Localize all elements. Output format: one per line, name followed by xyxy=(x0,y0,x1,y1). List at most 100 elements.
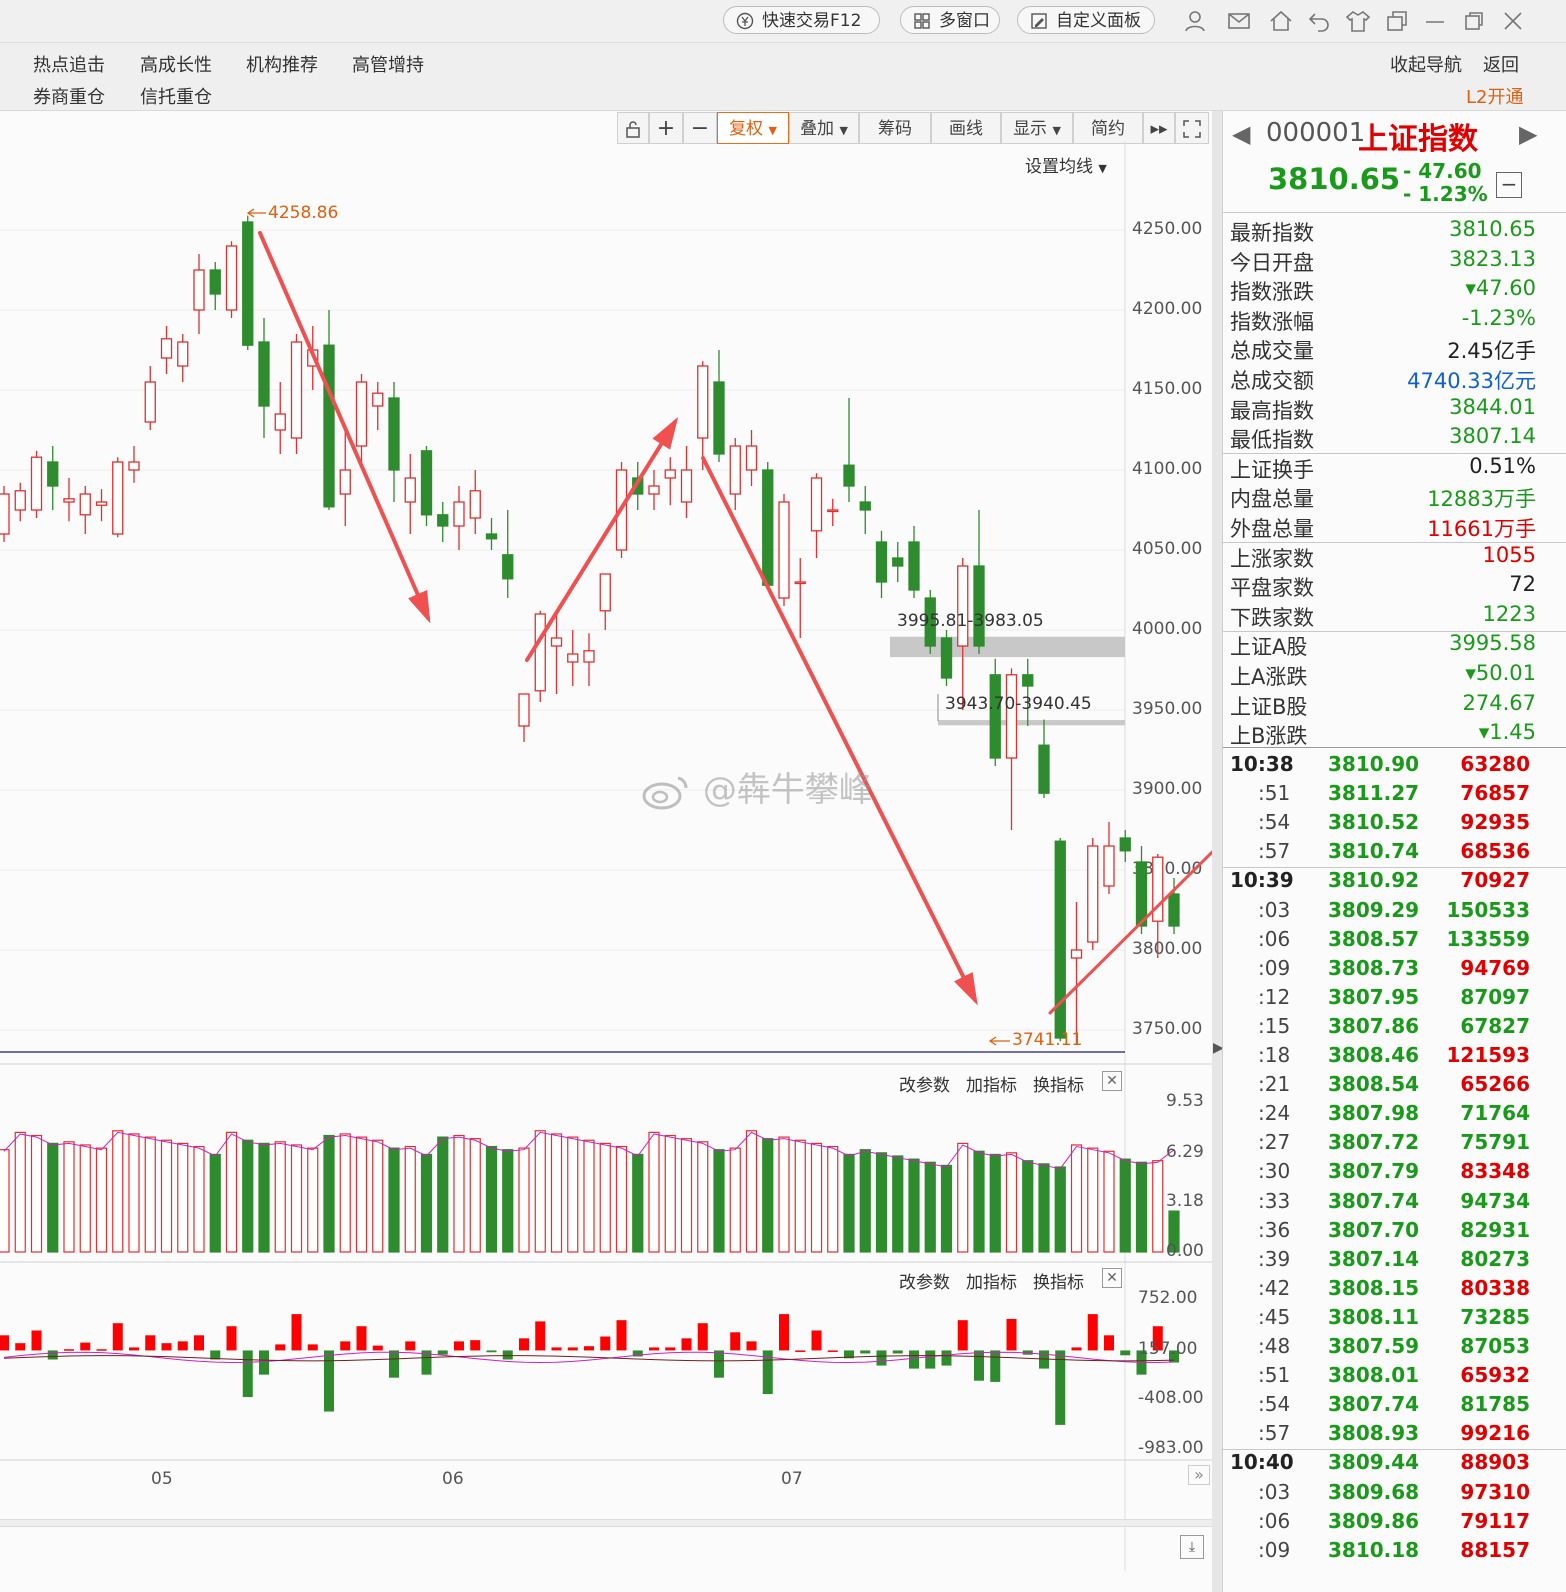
candle-body xyxy=(14,490,26,511)
tick-time: :54 xyxy=(1258,1392,1291,1417)
tick-row: 10:40 3809.44 88903 xyxy=(1230,1450,1530,1479)
macd-bar xyxy=(372,1345,383,1351)
back-button[interactable]: 返回 xyxy=(1483,51,1519,77)
candle-body xyxy=(469,490,481,519)
stat-label: 指数涨幅 xyxy=(1230,309,1314,334)
stat-label: 下跌家数 xyxy=(1230,605,1314,630)
volume-bar xyxy=(193,1145,205,1253)
stat-label: 上证换手 xyxy=(1230,457,1314,482)
close-vol-panel-icon[interactable]: ✕ xyxy=(1102,1071,1122,1091)
stat-row: 外盘总量 11661万手 xyxy=(1230,513,1536,542)
next-stock-icon[interactable]: ▶ xyxy=(1519,120,1537,148)
volume-bar xyxy=(339,1133,351,1253)
macd-bar xyxy=(827,1350,838,1352)
macd-swap-indicator-button[interactable]: 换指标 xyxy=(1033,1268,1084,1293)
macd-bar xyxy=(64,1349,74,1351)
stat-value: 3807.14 xyxy=(1449,424,1536,449)
nav-item-institution[interactable]: 机构推荐 xyxy=(246,51,318,77)
stat-label: 内盘总量 xyxy=(1230,487,1314,512)
stat-row: 指数涨幅 -1.23% xyxy=(1230,306,1536,335)
collapse-nav-button[interactable]: 收起导航 xyxy=(1390,51,1462,77)
close-icon[interactable] xyxy=(1500,8,1526,34)
nav-item-broker-heavy[interactable]: 券商重仓 xyxy=(33,83,105,109)
vol-add-indicator-button[interactable]: 加指标 xyxy=(966,1071,1017,1096)
vol-swap-indicator-button[interactable]: 换指标 xyxy=(1033,1071,1084,1096)
quick-trade-button[interactable]: 快速交易F12 xyxy=(723,6,880,34)
tick-time: 10:38 xyxy=(1230,752,1294,776)
tick-row: :39 3807.14 80273 xyxy=(1230,1247,1530,1276)
splitter-handle[interactable] xyxy=(0,1519,1214,1527)
stat-row: 上B涨跌 ▾1.45 xyxy=(1230,720,1536,749)
tick-volume: 99216 xyxy=(1460,1421,1530,1446)
nav-item-exec-increase[interactable]: 高管增持 xyxy=(352,51,424,77)
nav-item-hotspot[interactable]: 热点追击 xyxy=(33,51,105,77)
user-icon[interactable] xyxy=(1182,8,1208,34)
volume-bar xyxy=(1135,1161,1148,1253)
volume-bar xyxy=(680,1138,693,1253)
custom-panel-button[interactable]: 自定义面板 xyxy=(1017,6,1155,34)
stat-value: ▾47.60 xyxy=(1465,276,1536,301)
stat-row: 总成交额 4740.33亿元 xyxy=(1230,365,1536,394)
collapse-quote-icon[interactable]: − xyxy=(1496,172,1522,198)
high-label: 4258.86 xyxy=(268,203,339,223)
x-tick-05: 05 xyxy=(151,1469,173,1489)
restore-window-icon[interactable] xyxy=(1384,8,1410,34)
weibo-icon xyxy=(642,776,688,809)
multi-window-button[interactable]: 多窗口 xyxy=(900,6,1000,34)
volume-bar xyxy=(355,1136,368,1253)
shirt-icon[interactable] xyxy=(1345,8,1371,34)
macd-bar xyxy=(1055,1350,1066,1425)
volume-bar xyxy=(632,1153,644,1253)
maximize-icon[interactable] xyxy=(1461,8,1487,34)
side-splitter[interactable] xyxy=(1212,111,1222,1592)
candle-body xyxy=(1103,845,1115,887)
stat-label: 平盘家数 xyxy=(1230,576,1314,601)
multi-window-label: 多窗口 xyxy=(939,11,990,31)
tick-time: :12 xyxy=(1258,984,1291,1009)
nav-item-trust-heavy[interactable]: 信托重仓 xyxy=(140,83,212,109)
volume-bar xyxy=(177,1142,189,1253)
macd-bar xyxy=(80,1342,91,1351)
l2-open-link[interactable]: L2开通 xyxy=(1466,83,1523,109)
macd-bar xyxy=(194,1335,204,1351)
home-icon[interactable] xyxy=(1268,8,1294,34)
tick-row: :27 3807.72 75791 xyxy=(1230,1130,1530,1159)
macd-add-indicator-button[interactable]: 加指标 xyxy=(966,1268,1017,1293)
close-macd-panel-icon[interactable]: ✕ xyxy=(1102,1268,1122,1288)
tick-volume: 75791 xyxy=(1460,1130,1530,1155)
minimize-icon[interactable] xyxy=(1422,8,1448,34)
stat-row: 内盘总量 12883万手 xyxy=(1230,483,1536,512)
vol-param-button[interactable]: 改参数 xyxy=(899,1071,950,1096)
macd-bar xyxy=(96,1349,107,1351)
macd-bar xyxy=(242,1350,253,1398)
tick-row: :06 3809.86 79117 xyxy=(1230,1509,1530,1538)
volume-bar xyxy=(550,1133,563,1253)
nav-item-high-growth[interactable]: 高成长性 xyxy=(140,51,212,77)
tick-price: 3808.15 xyxy=(1328,1275,1420,1300)
candle-body xyxy=(160,338,173,359)
macd-bar xyxy=(519,1338,529,1351)
tick-time: :27 xyxy=(1258,1130,1291,1155)
stat-row: 最新指数 3810.65 xyxy=(1230,217,1536,246)
tick-row: :24 3807.98 71764 xyxy=(1230,1101,1530,1130)
macd-bar xyxy=(1087,1314,1098,1351)
tick-time: :51 xyxy=(1258,1363,1291,1388)
macd-bar xyxy=(340,1341,351,1351)
mail-icon[interactable] xyxy=(1226,8,1252,34)
tick-price: 3809.86 xyxy=(1328,1508,1420,1533)
stat-value: -1.23% xyxy=(1461,305,1536,330)
scroll-right-icon[interactable]: » xyxy=(1188,1465,1210,1485)
candle-body xyxy=(193,269,205,311)
tick-row: :21 3808.54 65266 xyxy=(1230,1072,1530,1101)
download-icon[interactable]: ⤓ xyxy=(1180,1535,1204,1559)
macd-tick-label: -983.00 xyxy=(1138,1438,1204,1458)
volume-bar xyxy=(957,1142,969,1253)
tick-time: :45 xyxy=(1258,1304,1291,1329)
candle-body xyxy=(648,485,660,495)
prev-stock-icon[interactable]: ◀ xyxy=(1232,120,1250,148)
stat-value: ▾1.45 xyxy=(1478,720,1536,745)
tick-row: :18 3808.46 121593 xyxy=(1230,1043,1530,1072)
undo-icon[interactable] xyxy=(1307,8,1333,34)
macd-param-button[interactable]: 改参数 xyxy=(899,1268,950,1293)
tick-time: :09 xyxy=(1258,955,1291,980)
